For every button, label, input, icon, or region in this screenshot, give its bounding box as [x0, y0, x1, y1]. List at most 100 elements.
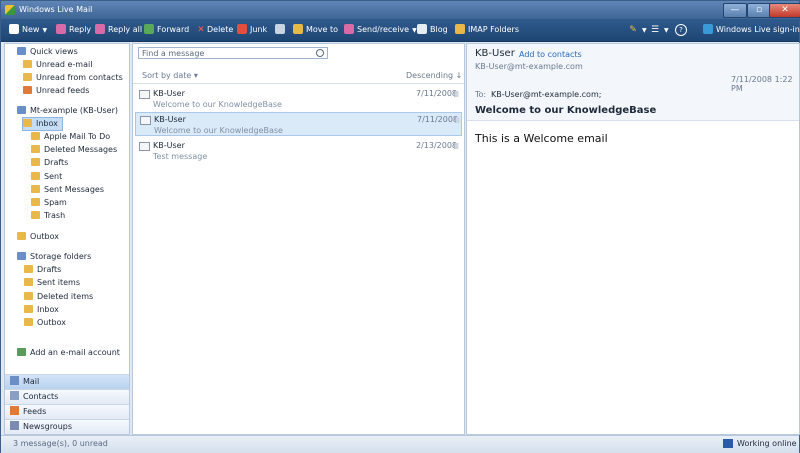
- nav-feeds[interactable]: Feeds: [5, 404, 129, 419]
- folder-icon: [31, 211, 40, 219]
- network-icon: [723, 439, 733, 448]
- sort-order-button[interactable]: Descending ↓: [406, 69, 462, 83]
- storage-drafts[interactable]: Drafts: [24, 264, 61, 276]
- search-input[interactable]: Find a message: [138, 47, 328, 59]
- flag-icon[interactable]: [454, 91, 460, 97]
- nav-contacts[interactable]: Contacts: [5, 389, 129, 404]
- nav-mail[interactable]: Mail: [5, 374, 129, 389]
- menu-icon: ☰: [650, 25, 660, 35]
- folder-pane: Quick views Unread e-mail Unread from co…: [4, 43, 130, 435]
- sort-by-date-button[interactable]: Sort by date ▾: [142, 69, 198, 83]
- to-recipient[interactable]: KB-User@mt-example.com;: [491, 90, 601, 99]
- message-row[interactable]: KB-User Test message 2/13/2008: [135, 139, 462, 163]
- storage-outbox[interactable]: Outbox: [24, 317, 66, 329]
- message-date: 7/11/2008: [416, 89, 458, 98]
- chevron-down-icon: ▼: [42, 27, 48, 34]
- chevron-down-icon: ▼: [664, 27, 669, 34]
- folder-icon: [31, 158, 40, 166]
- reply-all-icon: [95, 24, 105, 34]
- quick-views-icon: [17, 47, 26, 55]
- minimize-button[interactable]: —: [723, 3, 747, 18]
- folder-sent[interactable]: Sent: [31, 171, 62, 183]
- folder-unread-feeds[interactable]: Unread feeds: [23, 85, 89, 97]
- maximize-button[interactable]: ▫: [747, 3, 771, 18]
- feeds-icon: [10, 406, 19, 415]
- message-subject-heading: Welcome to our KnowledgeBase: [475, 105, 657, 116]
- new-button[interactable]: New ▼: [9, 23, 47, 37]
- delete-button[interactable]: ✕ Delete: [195, 23, 233, 37]
- storage-folders-header[interactable]: Storage folders: [17, 251, 91, 263]
- windows-live-mail-icon: [5, 5, 15, 15]
- quick-views-header[interactable]: Quick views: [17, 46, 78, 58]
- reading-pane: KB-User Add to contacts KB-User@mt-examp…: [466, 43, 800, 435]
- reply-icon: [56, 24, 66, 34]
- storage-deleted-items[interactable]: Deleted items: [24, 291, 93, 303]
- folder-apple-mail-to-do[interactable]: Apple Mail To Do: [31, 131, 110, 143]
- title-bar: Windows Live Mail — ▫ ✕: [1, 1, 800, 19]
- account-header[interactable]: Mt-example (KB-User): [17, 105, 118, 117]
- storage-sent-items[interactable]: Sent items: [24, 277, 80, 289]
- reply-all-button[interactable]: Reply all: [95, 23, 142, 37]
- chevron-down-icon: ▼: [412, 27, 417, 34]
- menus-button[interactable]: ☰ ▼: [649, 23, 669, 37]
- imap-folders-button[interactable]: IMAP Folders: [455, 23, 519, 37]
- sort-bar: Sort by date ▾ Descending ↓: [133, 69, 464, 84]
- folder-unread-contacts[interactable]: Unread from contacts: [23, 72, 123, 84]
- print-icon: [275, 24, 285, 34]
- folder-unread-email[interactable]: Unread e-mail: [23, 59, 92, 71]
- reply-button[interactable]: Reply: [56, 23, 91, 37]
- folder-outbox[interactable]: Outbox: [17, 231, 59, 243]
- toolbar: New ▼ Reply Reply all Forward ✕ Delete Jun…: [1, 19, 800, 42]
- search-icon[interactable]: [316, 49, 324, 57]
- help-button[interactable]: ?: [675, 23, 687, 37]
- forward-icon: [144, 24, 154, 34]
- working-online-status[interactable]: Working online: [737, 436, 797, 452]
- color-scheme-button[interactable]: ✎ ▼: [627, 23, 646, 37]
- move-to-button[interactable]: Move to: [293, 23, 338, 37]
- imap-folders-icon: [455, 24, 465, 34]
- window-title: Windows Live Mail: [19, 5, 93, 14]
- account-icon: [17, 106, 26, 114]
- blog-icon: [417, 24, 427, 34]
- inbox-icon: [23, 119, 32, 127]
- to-label: To:: [475, 90, 487, 99]
- junk-button[interactable]: Junk: [237, 23, 267, 37]
- message-date: 2/13/2008: [416, 141, 458, 150]
- folder-spam[interactable]: Spam: [31, 197, 67, 209]
- message-row-selected[interactable]: KB-User Welcome to our KnowledgeBase 7/1…: [135, 112, 462, 136]
- message-list-pane: Find a message Sort by date ▾ Descending…: [132, 43, 465, 435]
- windows-live-sign-in-button[interactable]: Windows Live sign-in: [703, 23, 800, 37]
- print-button[interactable]: [275, 23, 288, 37]
- status-bar: 3 message(s), 0 unread Working online: [1, 435, 799, 453]
- flag-icon[interactable]: [454, 143, 460, 149]
- folder-icon: [24, 292, 33, 300]
- storage-inbox[interactable]: Inbox: [24, 304, 59, 316]
- people-icon: [703, 24, 713, 34]
- flag-icon[interactable]: [455, 117, 461, 123]
- new-mail-icon: [9, 24, 19, 34]
- sender-name: KB-User: [475, 48, 515, 59]
- feed-icon: [23, 86, 32, 94]
- add-email-account-link[interactable]: Add an e-mail account: [17, 347, 120, 359]
- message-from: KB-User: [153, 89, 185, 98]
- folder-drafts[interactable]: Drafts: [31, 157, 68, 169]
- folder-deleted-messages[interactable]: Deleted Messages: [31, 144, 117, 156]
- message-subject: Test message: [153, 152, 208, 161]
- contacts-icon: [10, 391, 19, 400]
- close-button[interactable]: ✕: [769, 3, 800, 18]
- blog-button[interactable]: Blog: [417, 23, 448, 37]
- nav-newsgroups[interactable]: Newsgroups: [5, 419, 129, 434]
- send-receive-button[interactable]: Send/receive ▼: [344, 23, 417, 37]
- message-from: KB-User: [153, 141, 185, 150]
- folder-sent-messages[interactable]: Sent Messages: [31, 184, 104, 196]
- folder-trash[interactable]: Trash: [31, 210, 65, 222]
- folder-inbox[interactable]: Inbox: [22, 117, 63, 131]
- add-account-icon: [17, 348, 26, 356]
- message-row[interactable]: KB-User Welcome to our KnowledgeBase 7/1…: [135, 87, 462, 111]
- chevron-down-icon: ▾: [193, 71, 198, 80]
- add-to-contacts-link[interactable]: Add to contacts: [519, 50, 582, 59]
- folder-icon: [31, 145, 40, 153]
- mail-icon: [10, 376, 19, 385]
- forward-button[interactable]: Forward: [144, 23, 189, 37]
- app-window: Windows Live Mail — ▫ ✕ New ▼ Reply Reply…: [0, 0, 800, 453]
